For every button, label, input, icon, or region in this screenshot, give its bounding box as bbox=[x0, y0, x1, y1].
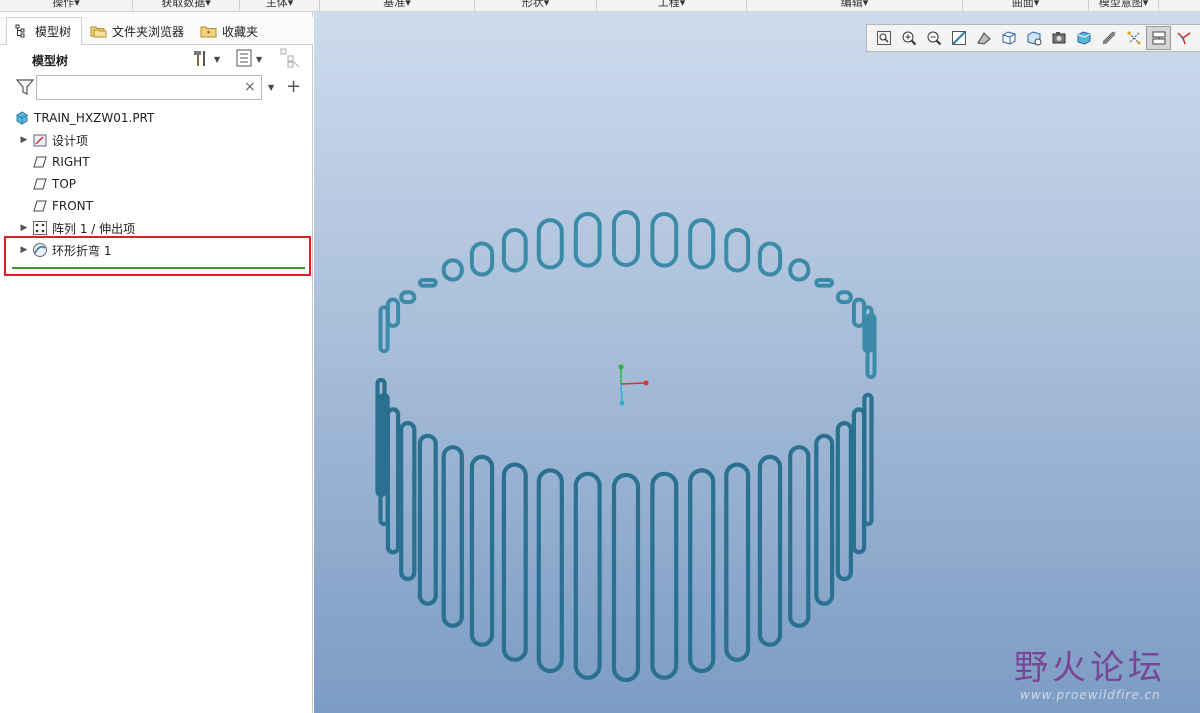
watermark-url: www.proewildfire.cn bbox=[1020, 688, 1161, 702]
coil-loop bbox=[399, 290, 417, 305]
tree-item-front[interactable]: FRONT bbox=[32, 195, 93, 217]
coil-loop bbox=[724, 462, 751, 662]
tab-label: 模型树 bbox=[35, 24, 72, 39]
tree-item-right[interactable]: RIGHT bbox=[32, 151, 90, 173]
coil-loop bbox=[757, 454, 783, 647]
show-button[interactable] bbox=[280, 48, 300, 70]
ribbon-group-bar: 操作▾ 获取数据▾ 主体▾ 基准▾ 形状▾ 工程▾ 编辑▾ 曲面▾ 模型意图▾ bbox=[0, 0, 1200, 12]
folder-browser-icon bbox=[90, 23, 108, 39]
coil-loop bbox=[724, 228, 751, 273]
coil-loop bbox=[788, 445, 811, 628]
ribbon-group-surfaces[interactable]: 曲面▾ bbox=[963, 0, 1089, 11]
expand-arrow-icon[interactable]: ▶ bbox=[18, 135, 30, 145]
datum-plane-icon bbox=[32, 177, 48, 191]
tree-root-label: TRAIN_HXZW01.PRT bbox=[34, 111, 155, 125]
tree-columns-icon bbox=[280, 48, 300, 71]
navigator-tabs: 模型树 文件夹浏览器 * 收藏夹 bbox=[0, 17, 313, 45]
coil-loop bbox=[788, 258, 811, 282]
coil-loop bbox=[851, 407, 867, 555]
coil-loop bbox=[501, 228, 528, 273]
coil-loop bbox=[469, 454, 495, 647]
svg-text:*: * bbox=[207, 30, 211, 38]
ribbon-group-model-intent[interactable]: 模型意图▾ bbox=[1089, 0, 1159, 11]
coil-loop bbox=[612, 210, 640, 267]
coil-loop bbox=[573, 471, 602, 680]
coil-loop bbox=[536, 218, 564, 270]
datum-plane-icon bbox=[32, 155, 48, 169]
coil-loop bbox=[417, 278, 438, 288]
coil-loop bbox=[611, 472, 641, 683]
coil-loop bbox=[814, 433, 835, 606]
chevron-down-icon[interactable]: ▼ bbox=[268, 83, 274, 92]
ribbon-group-editing[interactable]: 编辑▾ bbox=[747, 0, 963, 11]
csys-icon bbox=[618, 364, 649, 406]
coil-loop bbox=[536, 468, 564, 674]
tree-item-label: 阵列 1 / 伸出项 bbox=[52, 221, 136, 236]
ribbon-group-shapes[interactable]: 形状▾ bbox=[475, 0, 597, 11]
coil-loop bbox=[441, 445, 464, 628]
forum-watermark: 野火论坛 www.proewildfire.cn bbox=[1014, 640, 1194, 710]
coil-loop bbox=[688, 218, 716, 270]
tab-model-tree[interactable]: 模型树 bbox=[6, 17, 82, 45]
filter-icon[interactable] bbox=[15, 78, 35, 96]
coil-loop bbox=[814, 278, 835, 288]
datum-plane-icon bbox=[32, 199, 48, 213]
clear-icon[interactable]: × bbox=[244, 79, 256, 95]
coil-loop bbox=[385, 297, 401, 328]
coil-loop bbox=[757, 241, 783, 277]
ribbon-group-engineering[interactable]: 工程▾ bbox=[597, 0, 747, 11]
ribbon-group-operations[interactable]: 操作▾ bbox=[0, 0, 133, 11]
tab-folder-browser[interactable]: 文件夹浏览器 bbox=[84, 17, 192, 45]
tab-label: 文件夹浏览器 bbox=[112, 24, 185, 39]
navigator-panel: 模型树 文件夹浏览器 * 收藏夹 模型树 ▼ ▼ × ▼ + TRAIN_HXZ… bbox=[0, 12, 313, 713]
tree-item-label: TOP bbox=[52, 177, 77, 191]
toroidal-coil-model[interactable] bbox=[314, 12, 1200, 713]
filter-input[interactable] bbox=[36, 75, 262, 100]
ribbon-group-datum[interactable]: 基准▾ bbox=[320, 0, 475, 11]
coil-loop bbox=[399, 421, 417, 582]
tab-label: 收藏夹 bbox=[222, 24, 259, 39]
hammer-icon bbox=[192, 49, 210, 70]
ribbon-group-body[interactable]: 主体▾ bbox=[240, 0, 320, 11]
pattern-icon bbox=[32, 221, 48, 235]
coil-loop bbox=[417, 433, 438, 606]
tree-item-design-items[interactable]: ▶ 设计项 bbox=[18, 129, 88, 151]
tab-favorites[interactable]: * 收藏夹 bbox=[194, 17, 270, 45]
coil-loop bbox=[573, 212, 602, 268]
ribbon-group-get-data[interactable]: 获取数据▾ bbox=[133, 0, 240, 11]
coil-loop bbox=[688, 468, 716, 674]
list-settings-icon bbox=[236, 49, 252, 70]
chevron-down-icon: ▼ bbox=[214, 54, 221, 64]
insert-here-line[interactable] bbox=[12, 267, 305, 269]
panel-title: 模型树 bbox=[32, 54, 69, 68]
part-icon bbox=[14, 111, 30, 125]
add-column-button[interactable]: + bbox=[286, 76, 301, 97]
coil-loop bbox=[835, 290, 853, 305]
coil-loop bbox=[650, 471, 679, 680]
tree-item-label: 设计项 bbox=[52, 133, 89, 148]
coil-loop bbox=[650, 212, 679, 268]
coil-loop bbox=[501, 462, 528, 662]
tree-item-top[interactable]: TOP bbox=[32, 173, 76, 195]
coil-loop bbox=[441, 258, 464, 282]
design-items-icon bbox=[32, 133, 48, 147]
tree-tools-button[interactable]: ▼ bbox=[192, 48, 220, 70]
tree-root[interactable]: TRAIN_HXZW01.PRT bbox=[14, 107, 154, 129]
expand-arrow-icon[interactable]: ▶ bbox=[18, 223, 30, 233]
coil-loop bbox=[469, 241, 495, 277]
favorites-icon: * bbox=[200, 23, 218, 39]
coil-loop bbox=[835, 421, 853, 582]
tree-item-label: FRONT bbox=[52, 199, 93, 213]
chevron-down-icon: ▼ bbox=[256, 54, 263, 64]
selection-highlight bbox=[4, 236, 311, 276]
tree-settings-button[interactable]: ▼ bbox=[236, 48, 262, 70]
watermark-title: 野火论坛 bbox=[1014, 648, 1166, 688]
model-tree-icon bbox=[13, 23, 31, 39]
graphics-window[interactable]: 野火论坛 www.proewildfire.cn bbox=[314, 12, 1200, 713]
tree-item-label: RIGHT bbox=[52, 155, 90, 169]
